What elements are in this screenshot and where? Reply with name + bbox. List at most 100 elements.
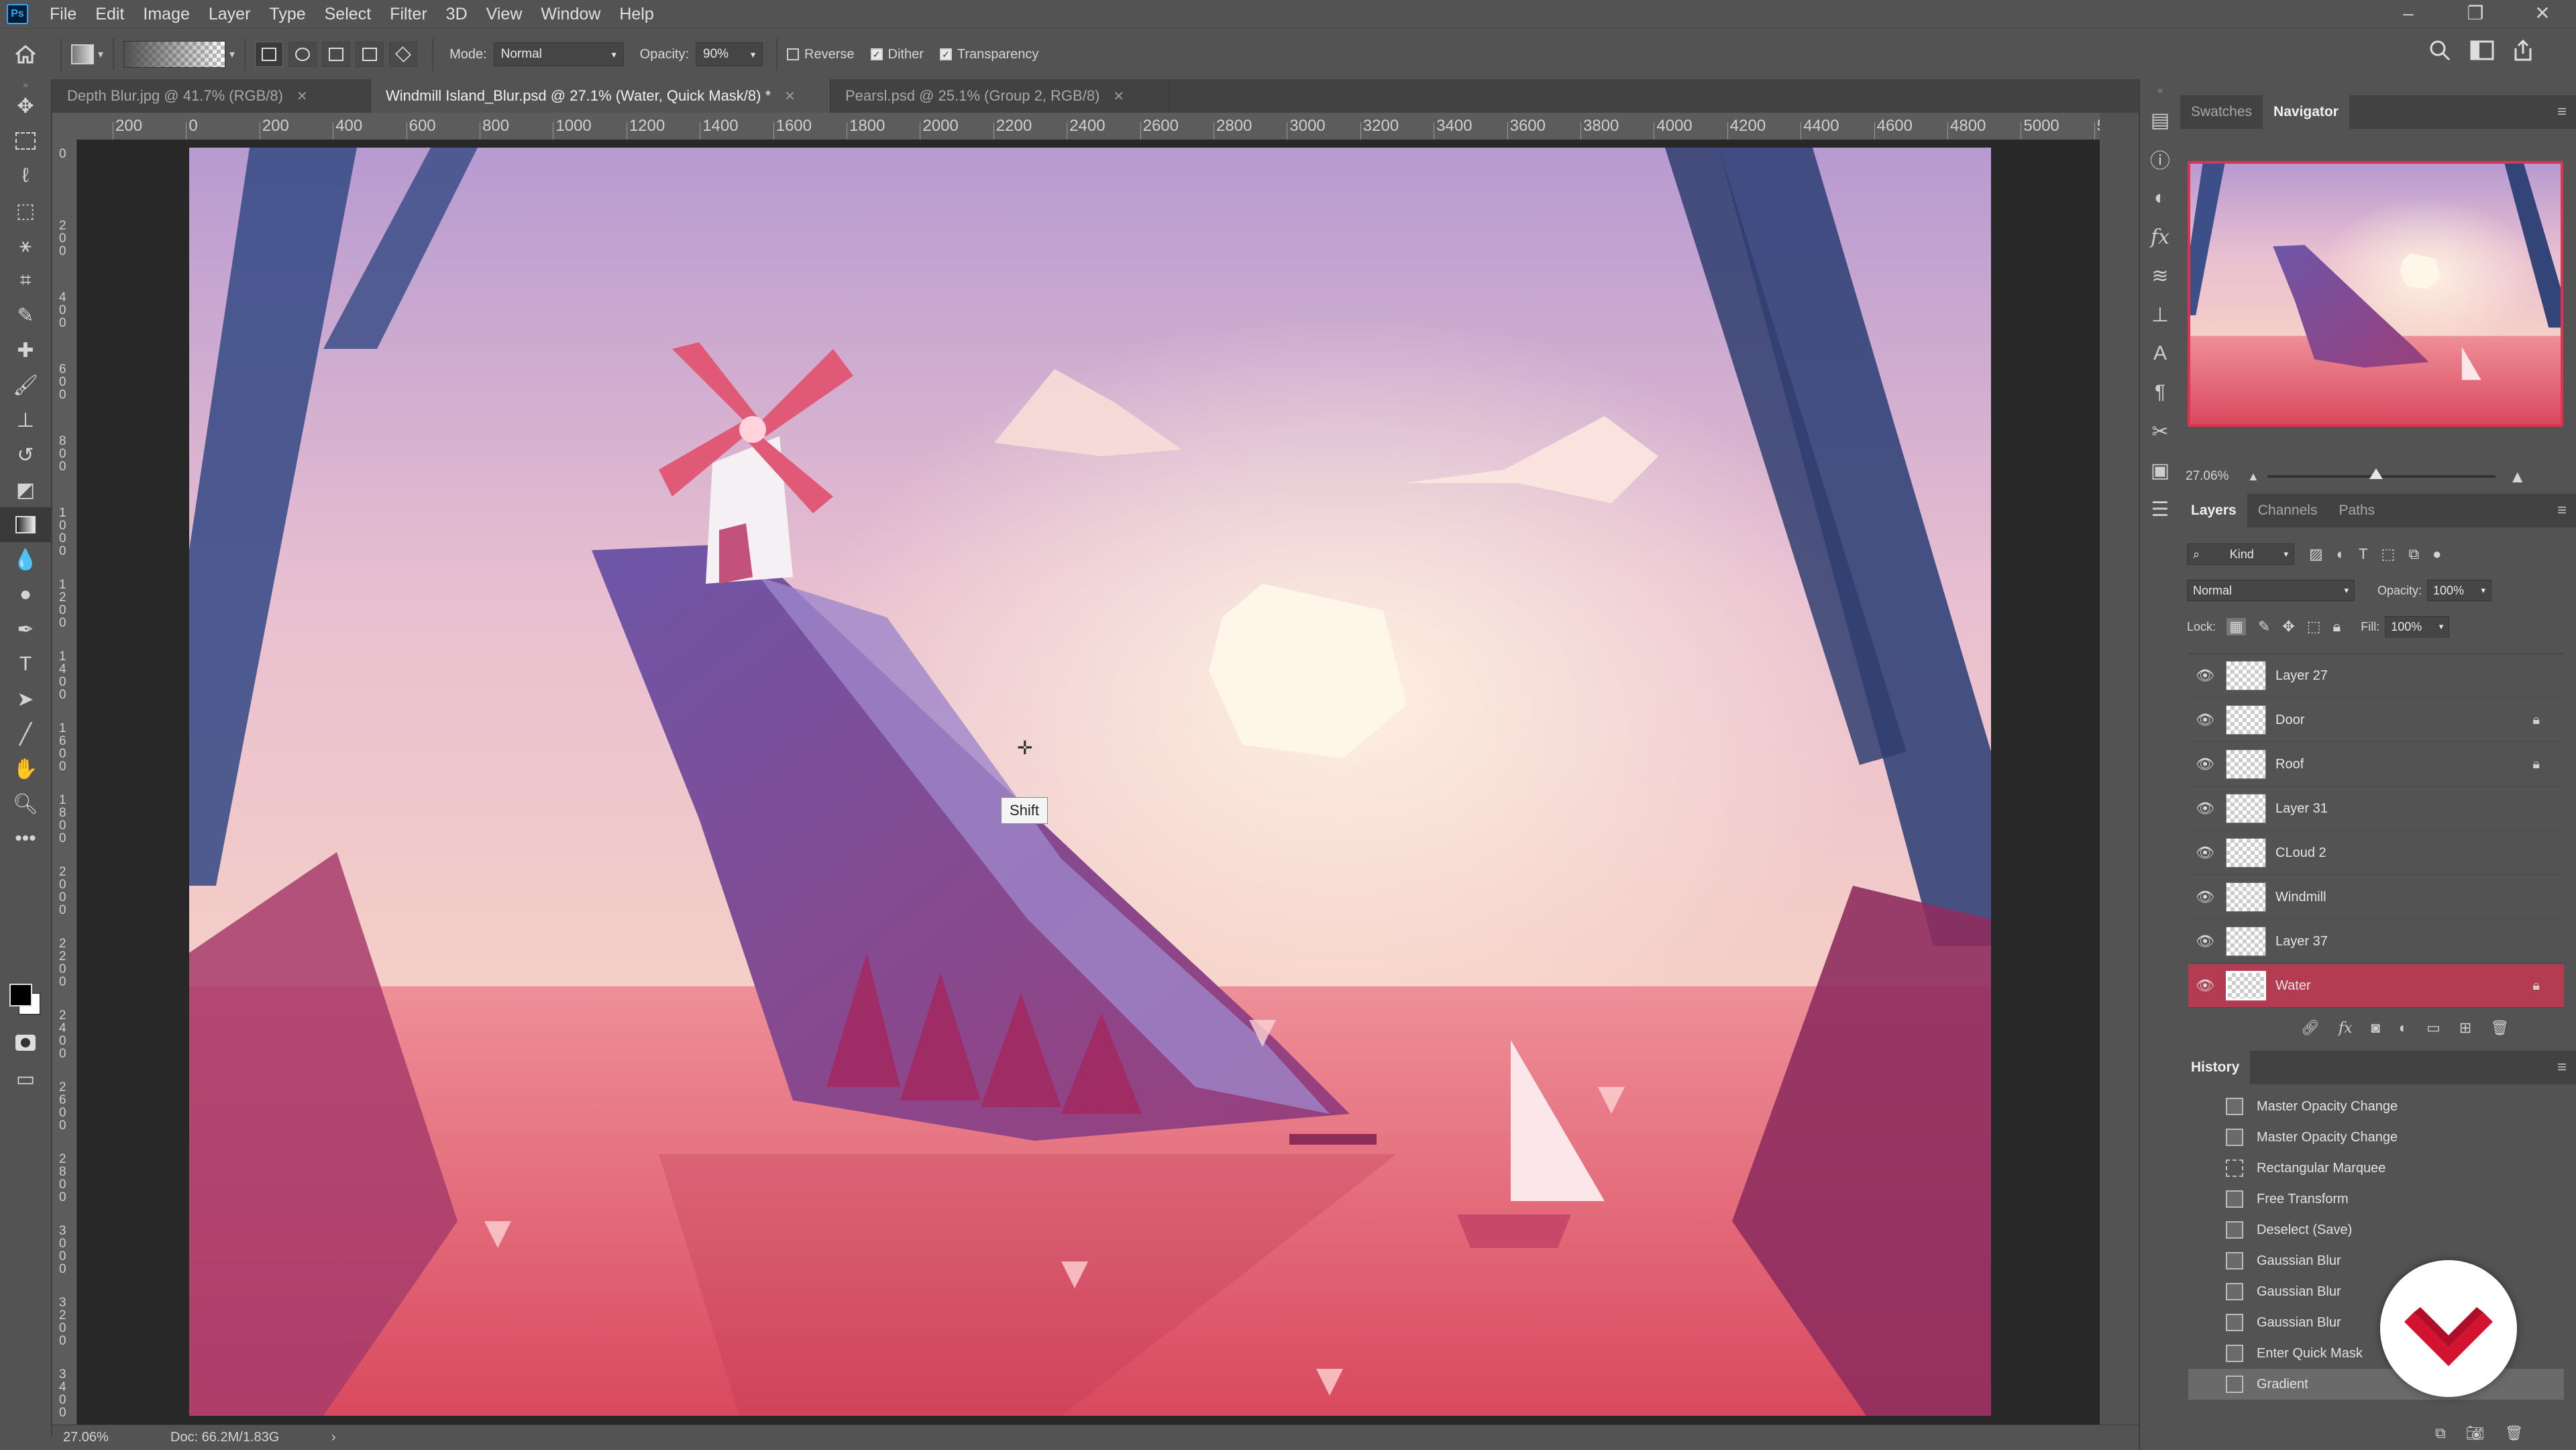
fill-field[interactable]: 100% ▾	[2385, 616, 2450, 637]
history-item[interactable]: Master Opacity Change	[2188, 1122, 2564, 1153]
layer-row-door[interactable]: 👁︎ Door 🔒︎	[2188, 698, 2564, 742]
gradient-tool-icon[interactable]	[0, 507, 51, 542]
link-layers-icon[interactable]: 🔗︎	[2301, 1019, 2320, 1037]
filter-kind-select[interactable]: ⌕ Kind ▾	[2187, 543, 2294, 565]
menu-edit[interactable]: Edit	[86, 5, 133, 24]
new-document-from-state-icon[interactable]: ⧉	[2435, 1425, 2446, 1442]
blur-tool-icon[interactable]: 💧	[0, 542, 51, 577]
filter-adjustment-icon[interactable]: ◐	[2337, 546, 2345, 563]
lock-transparent-icon[interactable]: ▦	[2226, 618, 2246, 635]
zoom-level[interactable]: 27.06%	[52, 1430, 170, 1445]
color-swatches[interactable]	[8, 978, 42, 1016]
new-group-icon[interactable]: ▭	[2426, 1019, 2440, 1037]
properties-icon[interactable]: ☰	[2140, 490, 2180, 529]
history-item[interactable]: Master Opacity Change	[2188, 1091, 2564, 1122]
opacity-field[interactable]: 90% ▾	[696, 42, 763, 66]
hand-tool-icon[interactable]: ✋	[0, 752, 51, 786]
foreground-color-swatch[interactable]	[9, 984, 32, 1006]
filter-type-icon[interactable]: T	[2359, 546, 2367, 563]
adjustment-layer-icon[interactable]: ◐	[2399, 1019, 2408, 1037]
tool-presets-icon[interactable]: ✂	[2140, 412, 2180, 451]
menu-layer[interactable]: Layer	[199, 5, 260, 24]
quick-mask-icon[interactable]	[0, 1025, 51, 1060]
paragraph-icon[interactable]: ¶	[2140, 373, 2180, 412]
tool-preset-picker[interactable]: ▾	[71, 44, 103, 64]
status-menu-arrow[interactable]: ›	[331, 1430, 336, 1445]
collapse-panels-icon[interactable]: «	[2140, 79, 2180, 101]
close-icon[interactable]: ✕	[784, 88, 796, 105]
search-icon[interactable]	[2428, 39, 2451, 62]
zoom-slider[interactable]	[2267, 468, 2496, 479]
linear-gradient-button[interactable]	[255, 42, 284, 67]
radial-gradient-button[interactable]	[288, 42, 317, 67]
delete-layer-icon[interactable]: 🗑︎	[2490, 1019, 2509, 1037]
clone-stamp-tool-icon[interactable]: ⊥	[0, 403, 51, 437]
tab-swatches[interactable]: Swatches	[2180, 95, 2263, 129]
minimize-button[interactable]: –	[2375, 0, 2442, 28]
menu-select[interactable]: Select	[315, 5, 380, 24]
tab-navigator[interactable]: Navigator	[2263, 95, 2349, 129]
filter-shape-icon[interactable]: ⬚	[2381, 546, 2396, 563]
menu-filter[interactable]: Filter	[380, 5, 437, 24]
layer-row-layer-27[interactable]: 👁︎ Layer 27	[2188, 654, 2564, 698]
tab-paths[interactable]: Paths	[2328, 494, 2385, 527]
eyedropper-tool-icon[interactable]: ✎	[0, 298, 51, 333]
layer-row-layer-37[interactable]: 👁︎ Layer 37	[2188, 920, 2564, 964]
close-button[interactable]: ✕	[2509, 0, 2576, 28]
new-layer-icon[interactable]: ⊞	[2459, 1019, 2471, 1037]
more-tools-icon[interactable]: •••	[0, 821, 51, 856]
layer-row-windmill[interactable]: 👁︎ Windmill	[2188, 876, 2564, 919]
menu-image[interactable]: Image	[133, 5, 199, 24]
marquee-tool-icon[interactable]	[0, 123, 51, 158]
panel-menu-icon[interactable]: ≡	[2557, 103, 2567, 121]
transparency-checkbox[interactable]: ✓ Transparency	[939, 47, 1038, 62]
clone-source-icon[interactable]: ⊥	[2140, 295, 2180, 334]
gradient-swatch[interactable]	[123, 41, 226, 68]
zoom-slider-handle[interactable]	[2369, 468, 2383, 479]
mode-select[interactable]: Normal ▾	[493, 42, 624, 66]
vertical-scrollbar[interactable]	[2100, 113, 2139, 1425]
layer-row-layer-31[interactable]: 👁︎ Layer 31	[2188, 787, 2564, 831]
reverse-checkbox[interactable]: Reverse	[787, 47, 855, 62]
visibility-eye-icon[interactable]: 👁︎	[2188, 667, 2222, 684]
crop-tool-icon[interactable]: ⌗	[0, 263, 51, 298]
brush-settings-icon[interactable]: ≋	[2140, 256, 2180, 295]
character-icon[interactable]: A	[2140, 334, 2180, 373]
filter-toggle-icon[interactable]: ●	[2432, 546, 2441, 563]
history-item[interactable]: Deselect (Save)	[2188, 1214, 2564, 1245]
visibility-eye-icon[interactable]: 👁︎	[2188, 756, 2222, 773]
screen-mode-icon[interactable]: ▭	[0, 1061, 51, 1096]
layer-opacity-field[interactable]: 100% ▾	[2427, 580, 2492, 601]
reflected-gradient-button[interactable]	[356, 42, 384, 67]
panel-menu-icon[interactable]: ≡	[2557, 501, 2567, 520]
lock-image-icon[interactable]: ✎	[2258, 618, 2270, 635]
libraries-icon[interactable]: ▤	[2140, 101, 2180, 140]
menu-type[interactable]: Type	[260, 5, 315, 24]
lasso-tool-icon[interactable]: ℓ	[0, 158, 51, 193]
menu-window[interactable]: Window	[531, 5, 610, 24]
zoom-out-icon[interactable]: ▲	[2247, 470, 2259, 484]
menu-view[interactable]: View	[477, 5, 532, 24]
visibility-eye-icon[interactable]: 👁︎	[2188, 844, 2222, 862]
tab-layers[interactable]: Layers	[2180, 494, 2247, 527]
visibility-eye-icon[interactable]: 👁︎	[2188, 977, 2222, 994]
layer-row-cloud-2[interactable]: 👁︎ CLoud 2	[2188, 831, 2564, 875]
zoom-tool-icon[interactable]: 🔍︎	[0, 786, 51, 821]
healing-brush-tool-icon[interactable]: ✚	[0, 333, 51, 368]
visibility-eye-icon[interactable]: 👁︎	[2188, 888, 2222, 906]
filter-smart-object-icon[interactable]: ⧉	[2408, 546, 2419, 563]
dodge-tool-icon[interactable]: ●	[0, 577, 51, 612]
path-selection-tool-icon[interactable]: ➤	[0, 682, 51, 717]
layer-row-roof[interactable]: 👁︎ Roof 🔒︎	[2188, 743, 2564, 786]
lock-all-icon[interactable]: 🔒︎	[2333, 618, 2341, 635]
tab-pearsl[interactable]: Pearsl.psd @ 25.1% (Group 2, RGB/8) ✕	[830, 79, 1169, 113]
restore-button[interactable]: ❐	[2442, 0, 2509, 28]
styles-fx-icon[interactable]: fx	[2140, 217, 2180, 256]
navigator-zoom-value[interactable]: 27.06%	[2186, 469, 2239, 484]
history-item[interactable]: Rectangular Marquee	[2188, 1153, 2564, 1184]
menu-help[interactable]: Help	[610, 5, 663, 24]
close-icon[interactable]: ✕	[297, 88, 308, 105]
history-brush-tool-icon[interactable]: ↺	[0, 437, 51, 472]
adjustments-icon[interactable]: ◐	[2140, 178, 2180, 217]
navigator-thumbnail[interactable]	[2188, 161, 2563, 427]
